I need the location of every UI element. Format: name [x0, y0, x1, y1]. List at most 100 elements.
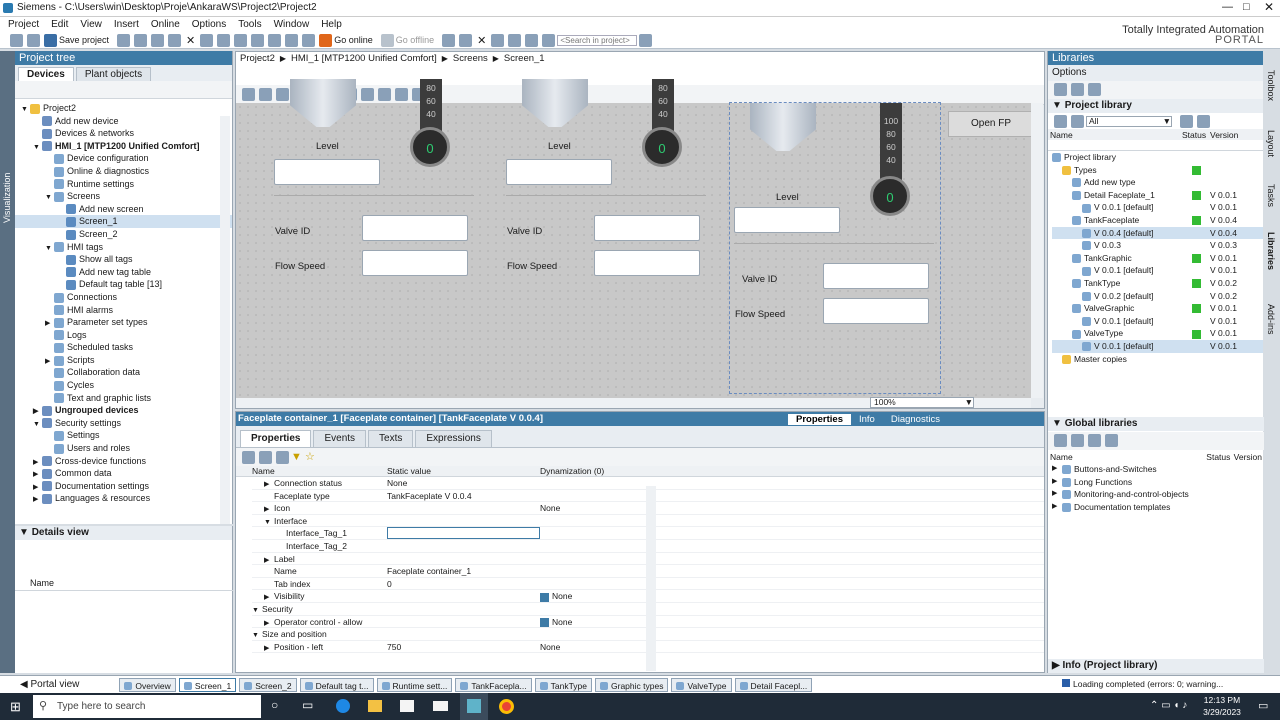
- tab-properties[interactable]: Properties: [240, 430, 312, 447]
- go-online-button[interactable]: Go online: [334, 35, 373, 45]
- save-project-button[interactable]: Save project: [59, 35, 109, 45]
- open-fp-button[interactable]: Open FP: [948, 111, 1034, 137]
- canvas-v-scrollbar[interactable]: [1031, 103, 1043, 398]
- save-icon[interactable]: [44, 33, 57, 47]
- menu-insert[interactable]: Insert: [114, 19, 139, 30]
- stop-runtime-icon[interactable]: ✕: [477, 34, 486, 47]
- expand-arrow-icon[interactable]: ▶: [33, 494, 42, 507]
- global-library-row[interactable]: ▶ Monitoring-and-control-objects: [1052, 488, 1262, 501]
- property-value[interactable]: [387, 616, 540, 628]
- property-value[interactable]: [387, 628, 540, 640]
- restore-area-icon[interactable]: [542, 33, 556, 47]
- tree-item[interactable]: Cycles: [15, 379, 232, 392]
- file-explorer-icon[interactable]: [368, 700, 382, 712]
- tab-devices[interactable]: Devices: [18, 66, 74, 81]
- list-icon[interactable]: [276, 450, 289, 464]
- open-project-icon[interactable]: [27, 33, 40, 47]
- editor-task-button[interactable]: Screen_1: [178, 677, 237, 692]
- library-row[interactable]: Types: [1052, 164, 1263, 177]
- tree-item[interactable]: ▼ Security settings: [15, 417, 232, 430]
- menu-online[interactable]: Online: [151, 19, 180, 30]
- tree-item[interactable]: Online & diagnostics: [15, 165, 232, 178]
- screen-canvas[interactable]: Level 80 60 40 0 Valve ID Flow Speed Level 80 60 4…: [236, 79, 1034, 398]
- close-icon[interactable]: ✕: [1264, 0, 1274, 14]
- property-value[interactable]: [387, 515, 540, 527]
- flow-speed-field[interactable]: [823, 298, 929, 324]
- global-new-icon[interactable]: [1071, 434, 1084, 447]
- valve-id-field[interactable]: [823, 263, 929, 289]
- global-open-icon[interactable]: [1054, 434, 1067, 447]
- property-value[interactable]: [387, 603, 540, 615]
- open-library-icon[interactable]: [1054, 83, 1067, 96]
- library-settings-icon[interactable]: [1088, 83, 1101, 96]
- simulation-icon[interactable]: [285, 33, 299, 47]
- property-value[interactable]: 0: [387, 578, 540, 590]
- menu-edit[interactable]: Edit: [51, 19, 68, 30]
- taskbar-search-input[interactable]: ⚲ Type here to search: [33, 695, 261, 718]
- tree-item[interactable]: ▶ Parameter set types: [15, 316, 232, 329]
- menu-help[interactable]: Help: [321, 19, 342, 30]
- collapse-icon[interactable]: ▼: [19, 527, 32, 538]
- library-row[interactable]: V 0.0.1 [default] V 0.0.1: [1052, 264, 1263, 277]
- editor-task-button[interactable]: Screen_2: [239, 677, 297, 692]
- flow-speed-field[interactable]: [594, 250, 700, 276]
- property-value[interactable]: Faceplate container_1: [387, 565, 540, 577]
- print-icon[interactable]: [117, 33, 131, 47]
- level-field[interactable]: [506, 159, 612, 185]
- menu-project[interactable]: Project: [8, 19, 39, 30]
- group-icon[interactable]: [259, 450, 272, 464]
- tree-item[interactable]: Connections: [15, 291, 232, 304]
- editor-task-button[interactable]: Detail Facepl...: [734, 677, 813, 692]
- faceplate-container[interactable]: Level 80 60 40 0 Valve ID Flow Speed: [270, 79, 480, 349]
- tree-item[interactable]: Add new tag table: [15, 266, 232, 279]
- cross-reference-icon[interactable]: [459, 33, 473, 47]
- compile-icon[interactable]: [234, 33, 248, 47]
- search-icon[interactable]: [639, 33, 653, 47]
- tree-item[interactable]: ▶ Languages & resources: [15, 492, 232, 505]
- split-horizontal-icon[interactable]: [491, 33, 505, 47]
- minimize-icon[interactable]: —: [1222, 1, 1233, 13]
- property-value[interactable]: [387, 540, 540, 552]
- tree-item[interactable]: Runtime settings: [15, 178, 232, 191]
- tree-item[interactable]: HMI alarms: [15, 304, 232, 317]
- editor-task-button[interactable]: Graphic types: [595, 677, 669, 692]
- tree-item[interactable]: Logs: [15, 329, 232, 342]
- tree-scrollbar[interactable]: [220, 116, 230, 524]
- editor-task-button[interactable]: Overview: [119, 677, 176, 692]
- property-value[interactable]: TankFaceplate V 0.0.4: [387, 490, 540, 502]
- flow-speed-field[interactable]: [362, 250, 468, 276]
- tree-item[interactable]: ▼ Screens: [15, 190, 232, 203]
- inspector-tab-info[interactable]: Info: [851, 414, 883, 425]
- library-action2-icon[interactable]: [1197, 114, 1210, 128]
- accessible-devices-icon[interactable]: [442, 33, 456, 47]
- editor-task-button[interactable]: ValveType: [671, 677, 732, 692]
- paste-icon[interactable]: [168, 33, 182, 47]
- copy-icon[interactable]: [151, 33, 165, 47]
- sort-icon[interactable]: [242, 450, 255, 464]
- cut-icon[interactable]: [134, 33, 148, 47]
- library-view-icon[interactable]: [1071, 83, 1084, 96]
- breadcrumb-item[interactable]: Project2: [240, 53, 275, 64]
- tab-plant-objects[interactable]: Plant objects: [75, 66, 152, 81]
- tree-item[interactable]: Text and graphic lists: [15, 392, 232, 405]
- expand-arrow-icon[interactable]: ▼: [252, 605, 262, 615]
- tree-item[interactable]: ▼ Project2: [15, 102, 232, 115]
- tab-events[interactable]: Events: [313, 430, 367, 447]
- editor-task-button[interactable]: TankFacepla...: [455, 677, 532, 692]
- editor-task-button[interactable]: Runtime sett...: [376, 677, 453, 692]
- expand-arrow-icon[interactable]: ▶: [1052, 501, 1062, 514]
- tree-item[interactable]: Devices & networks: [15, 127, 232, 140]
- tree-item[interactable]: ▼ HMI_1 [MTP1200 Unified Comfort]: [15, 140, 232, 153]
- task-card-tab-libraries[interactable]: Libraries: [1266, 232, 1276, 296]
- level-field[interactable]: [734, 207, 840, 233]
- tree-item[interactable]: Collaboration data: [15, 366, 232, 379]
- global-save-icon[interactable]: [1088, 434, 1101, 447]
- redo-icon[interactable]: [217, 33, 231, 47]
- tab-texts[interactable]: Texts: [368, 430, 414, 447]
- menu-options[interactable]: Options: [192, 19, 226, 30]
- library-row[interactable]: Project library: [1052, 151, 1263, 164]
- expand-arrow-icon[interactable]: ▶: [1052, 488, 1062, 501]
- tree-item[interactable]: ▶ Cross-device functions: [15, 455, 232, 468]
- edge-icon[interactable]: [336, 699, 350, 713]
- portal-view-button[interactable]: ◀ Portal view: [20, 679, 79, 690]
